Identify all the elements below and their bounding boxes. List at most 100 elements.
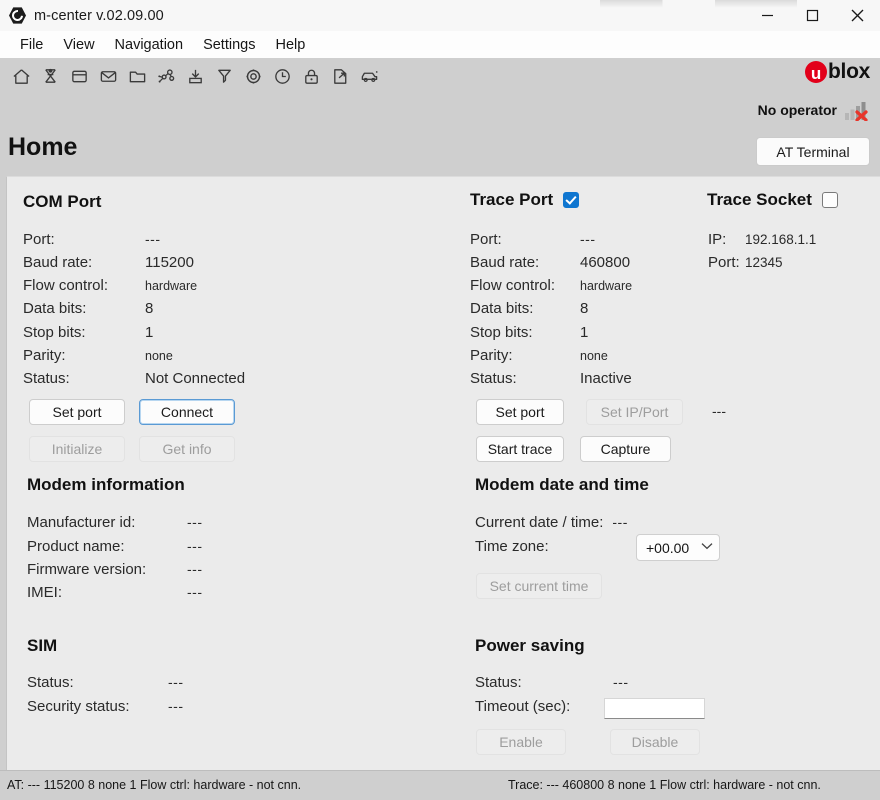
com-port-port-value: ---: [145, 231, 161, 247]
title-bar-left: m-center v.02.09.00: [0, 7, 164, 24]
modem-info-firmware-label: Firmware version:: [27, 561, 147, 578]
menu-settings[interactable]: Settings: [193, 35, 265, 55]
modem-info-row-product: Product name: ---: [27, 538, 203, 555]
com-port-baud-label: Baud rate:: [23, 254, 93, 271]
menu-help[interactable]: Help: [265, 35, 315, 55]
trace-port-databits-value: 8: [580, 300, 589, 317]
com-port-row-status: Status: Not Connected: [23, 370, 245, 387]
com-port-parity-label: Parity:: [23, 347, 66, 364]
trace-port-row-parity: Parity: none: [470, 347, 608, 364]
signal-bars-error-icon: [844, 99, 870, 122]
com-port-set-port-button[interactable]: Set port: [29, 399, 125, 425]
com-port-initialize-button[interactable]: Initialize: [29, 436, 125, 462]
com-port-stopbits-label: Stop bits:: [23, 324, 86, 341]
at-terminal-button[interactable]: AT Terminal: [756, 137, 870, 166]
power-saving-timeout-row: Timeout (sec):: [475, 698, 570, 715]
maximize-icon[interactable]: [790, 0, 835, 31]
sim-title: SIM: [27, 636, 58, 655]
power-saving-status-label: Status:: [475, 674, 522, 691]
com-port-port-label: Port:: [23, 231, 55, 248]
menu-navigation[interactable]: Navigation: [105, 35, 194, 55]
trace-port-title: Trace Port: [470, 190, 554, 209]
power-saving-disable-button[interactable]: Disable: [610, 729, 700, 755]
modem-info-row-manufacturer: Manufacturer id: ---: [27, 514, 203, 531]
com-port-baud-value: 115200: [145, 254, 194, 271]
trace-port-start-trace-button[interactable]: Start trace: [476, 436, 564, 462]
trace-socket-set-ip-port-button[interactable]: Set IP/Port: [586, 399, 683, 425]
trace-port-row-status: Status: Inactive: [470, 370, 632, 387]
com-port-row-stopbits: Stop bits: 1: [23, 324, 153, 341]
sim-status-label: Status:: [27, 674, 74, 691]
status-trace-text: Trace: --- 460800 8 none 1 Flow ctrl: ha…: [508, 778, 821, 792]
com-port-row-databits: Data bits: 8: [23, 300, 153, 317]
trace-socket-row-ip: IP: 192.168.1.1: [708, 231, 816, 248]
modem-info-imei-value: ---: [187, 584, 203, 600]
sim-security-value: ---: [168, 698, 184, 714]
download-icon[interactable]: [181, 62, 210, 90]
antenna-tower-icon[interactable]: [36, 62, 65, 90]
minimize-icon[interactable]: [745, 0, 790, 31]
close-icon[interactable]: [835, 0, 880, 31]
menu-view[interactable]: View: [53, 35, 104, 55]
modem-set-current-time-button[interactable]: Set current time: [476, 573, 602, 599]
trace-port-set-port-button[interactable]: Set port: [476, 399, 564, 425]
power-saving-timeout-input[interactable]: [604, 698, 705, 719]
home-icon[interactable]: [7, 62, 36, 90]
ublox-logo: u blox: [805, 60, 870, 84]
modem-info-row-imei: IMEI: ---: [27, 584, 203, 601]
window-icon[interactable]: [65, 62, 94, 90]
trace-socket-ip-value: 192.168.1.1: [745, 232, 817, 247]
sim-row-security: Security status: ---: [27, 698, 184, 715]
power-saving-status-row: Status: ---: [475, 674, 629, 691]
gear-icon[interactable]: [239, 62, 268, 90]
window-controls: [745, 0, 880, 31]
modem-current-datetime-row: Current date / time: ---: [475, 514, 628, 531]
power-saving-enable-button[interactable]: Enable: [476, 729, 566, 755]
trace-port-flow-label: Flow control:: [470, 277, 556, 294]
com-port-flow-label: Flow control:: [23, 277, 109, 294]
modem-info-product-value: ---: [187, 538, 203, 554]
trace-port-enable-checkbox[interactable]: [563, 192, 580, 208]
trace-socket-enable-checkbox[interactable]: [821, 192, 838, 208]
trace-port-stopbits-label: Stop bits:: [470, 324, 533, 341]
com-port-status-label: Status:: [23, 370, 70, 387]
trace-socket-port-label: Port:: [708, 254, 740, 271]
sim-status-value: ---: [168, 674, 184, 690]
network-nodes-icon[interactable]: [152, 62, 181, 90]
folder-icon[interactable]: [123, 62, 152, 90]
com-port-flow-value: hardware: [145, 279, 198, 293]
m-center-window: m-center v.02.09.00 File View Navigation…: [0, 0, 880, 800]
com-port-databits-value: 8: [145, 300, 154, 317]
operator-status-row: No operator: [758, 99, 870, 122]
chevron-down-icon: [701, 542, 713, 553]
com-port-get-info-button[interactable]: Get info: [139, 436, 235, 462]
com-port-row-flow: Flow control: hardware: [23, 277, 197, 294]
car-icon[interactable]: [355, 62, 384, 90]
modem-date-time-title: Modem date and time: [475, 475, 649, 494]
com-port-status-value: Not Connected: [145, 370, 246, 387]
modem-timezone-select[interactable]: +00.00: [636, 534, 720, 561]
com-port-title: COM Port: [23, 192, 102, 211]
trace-port-parity-label: Parity:: [470, 347, 513, 364]
modem-info-row-firmware: Firmware version: ---: [27, 561, 203, 578]
title-bar: m-center v.02.09.00: [0, 0, 880, 31]
trace-port-status-value: Inactive: [580, 370, 632, 387]
menu-bar: File View Navigation Settings Help: [0, 31, 880, 58]
power-saving-status-value: ---: [613, 674, 629, 690]
modem-timezone-value: +00.00: [646, 539, 690, 556]
lock-icon[interactable]: [297, 62, 326, 90]
toolbar: [0, 58, 880, 94]
status-bar: AT: --- 115200 8 none 1 Flow ctrl: hardw…: [0, 770, 880, 800]
file-export-icon[interactable]: [326, 62, 355, 90]
clock-icon[interactable]: [268, 62, 297, 90]
menu-file[interactable]: File: [10, 35, 53, 55]
modem-current-datetime-label: Current date / time:: [475, 514, 604, 531]
funnel-filter-icon[interactable]: [210, 62, 239, 90]
modem-timezone-label: Time zone:: [475, 538, 549, 555]
trace-port-stopbits-value: 1: [580, 324, 589, 341]
com-port-connect-button[interactable]: Connect: [139, 399, 235, 425]
trace-socket-header: Trace Socket: [707, 190, 838, 210]
trace-socket-title: Trace Socket: [707, 190, 812, 209]
mail-icon[interactable]: [94, 62, 123, 90]
trace-port-capture-button[interactable]: Capture: [580, 436, 671, 462]
